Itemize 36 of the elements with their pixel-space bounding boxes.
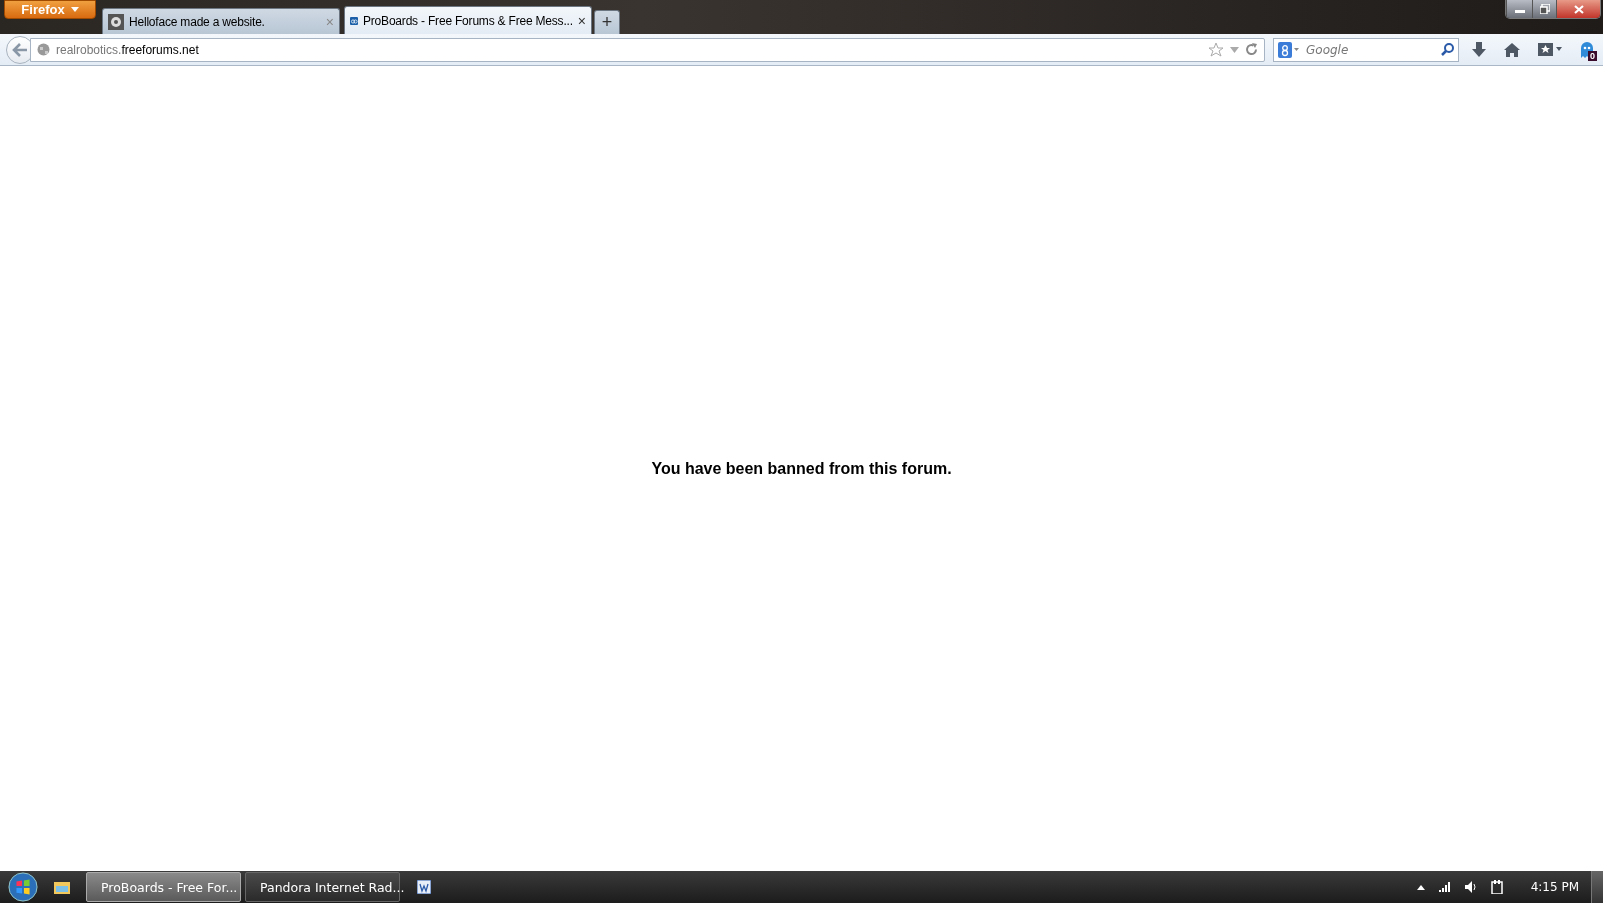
down-arrow-icon <box>1472 42 1486 57</box>
home-icon <box>1504 42 1520 57</box>
search-engine-icon[interactable] <box>1278 41 1300 58</box>
caret-icon <box>70 7 79 12</box>
bookmarks-icon <box>1538 43 1562 56</box>
browser-tab[interactable]: ProBoards - Free Forums & Free Mess... × <box>344 6 592 34</box>
back-arrow-icon <box>12 42 28 57</box>
search-field[interactable]: Google <box>1273 37 1459 62</box>
signal-icon[interactable] <box>1438 882 1451 892</box>
globe-icon <box>37 43 50 56</box>
close-tab-button[interactable]: × <box>577 12 586 29</box>
show-desktop-button[interactable] <box>1591 871 1603 903</box>
clock-time[interactable]: 4:15 PM <box>1530 880 1579 894</box>
addon-button[interactable]: 0 <box>1581 41 1593 58</box>
gear-icon <box>108 13 124 30</box>
close-window-button[interactable] <box>1556 0 1600 18</box>
restore-icon <box>1539 4 1550 14</box>
tray-arrow-icon[interactable] <box>1416 884 1425 890</box>
windows-logo-icon <box>8 871 38 903</box>
browser-tab[interactable]: Helloface made a website. × <box>102 8 340 34</box>
search-icon[interactable] <box>1441 43 1454 56</box>
address-field[interactable]: realrobotics.freeforums.net <box>30 37 1265 62</box>
reload-icon[interactable] <box>1245 43 1258 56</box>
notification-count: 0 <box>1588 50 1597 61</box>
speaker-icon[interactable] <box>1464 881 1477 893</box>
document-icon <box>417 880 431 894</box>
taskbar-button[interactable]: ProBoards - Free For... <box>86 872 241 902</box>
folder-icon <box>54 880 70 894</box>
tab-title: Helloface made a website. <box>129 14 266 29</box>
new-tab-button[interactable]: + <box>594 10 620 34</box>
close-icon <box>1573 4 1584 14</box>
restore-button[interactable] <box>1532 0 1556 18</box>
minimize-button[interactable] <box>1506 0 1532 18</box>
ban-message: You have been banned from this forum. <box>651 459 952 478</box>
tab-title: ProBoards - Free Forums & Free Mess... <box>363 13 573 28</box>
bookmark-star-icon[interactable] <box>1208 42 1224 57</box>
